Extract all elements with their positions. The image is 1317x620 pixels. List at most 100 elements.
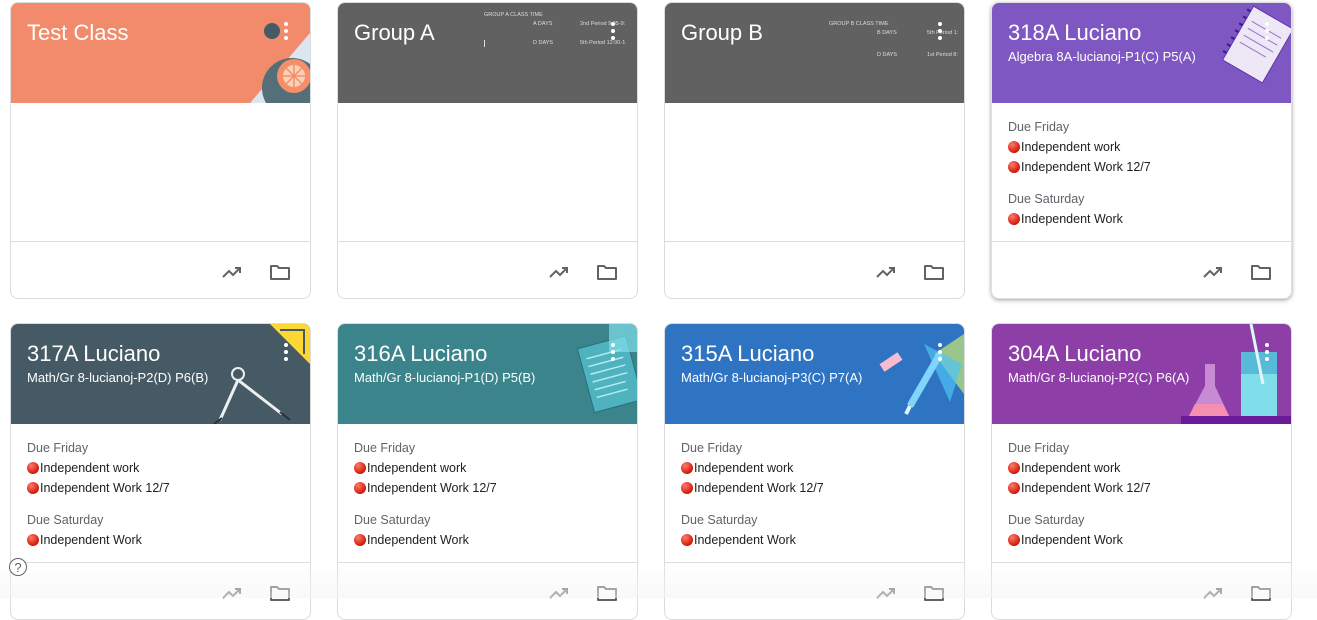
card-footer (338, 563, 637, 619)
class-title[interactable]: Group A (354, 20, 435, 46)
trending-up-icon[interactable] (220, 260, 244, 284)
assignment-title: Independent Work (40, 533, 142, 547)
class-title[interactable]: 316A Luciano (354, 341, 487, 367)
due-heading: Due Saturday (354, 513, 431, 527)
trending-up-icon[interactable] (874, 260, 898, 284)
class-card-317a[interactable]: 317A Luciano Math/Gr 8-lucianoj-P2(D) P6… (10, 323, 311, 620)
assignment-link[interactable]: Independent Work 12/7 (354, 478, 621, 498)
card-menu-icon[interactable] (930, 19, 950, 43)
card-header: 316A Luciano Math/Gr 8-lucianoj-P1(D) P5… (338, 324, 637, 424)
assignment-link[interactable]: Independent Work 12/7 (1008, 157, 1275, 177)
class-title[interactable]: Test Class (27, 20, 128, 46)
card-body: Due Friday Independent work Independent … (992, 424, 1291, 563)
class-title[interactable]: 318A Luciano (1008, 20, 1141, 46)
due-list: Due Friday Independent work Independent … (992, 103, 1291, 229)
assignment-title: Independent Work 12/7 (1021, 481, 1151, 495)
alert-dot-icon (27, 462, 39, 474)
assignment-link[interactable]: Independent Work (27, 530, 294, 550)
folder-icon[interactable] (922, 260, 946, 284)
beaker-illustration-icon (1181, 324, 1291, 424)
card-menu-icon[interactable] (603, 19, 623, 43)
card-header: Group B GROUP B CLASS TIME B DAYS 5th Pe… (665, 3, 964, 103)
card-menu-icon[interactable] (1257, 340, 1277, 364)
teapot-illustration-icon (250, 23, 310, 103)
card-footer (992, 242, 1291, 298)
card-footer (11, 563, 310, 619)
alert-dot-icon (1008, 161, 1020, 173)
card-menu-icon[interactable] (276, 19, 296, 43)
card-header: 304A Luciano Math/Gr 8-lucianoj-P2(C) P6… (992, 324, 1291, 424)
folder-icon[interactable] (922, 581, 946, 605)
due-list: Due Friday Independent work Independent … (338, 424, 637, 550)
folder-icon[interactable] (268, 260, 292, 284)
class-title[interactable]: 315A Luciano (681, 341, 814, 367)
card-body: Due Friday Independent work Independent … (992, 103, 1291, 242)
class-title[interactable]: 317A Luciano (27, 341, 160, 367)
folder-icon[interactable] (595, 581, 619, 605)
due-heading: Due Saturday (27, 513, 104, 527)
alert-dot-icon (27, 482, 39, 494)
trending-up-icon[interactable] (1201, 260, 1225, 284)
assignment-link[interactable]: Independent work (1008, 137, 1275, 157)
assignment-link[interactable]: Independent Work 12/7 (1008, 478, 1275, 498)
assignment-link[interactable]: Independent Work (1008, 530, 1275, 550)
folder-icon[interactable] (595, 260, 619, 284)
assignment-title: Independent work (694, 461, 794, 475)
class-card-318a[interactable]: 318A Luciano Algebra 8A-lucianoj-P1(C) P… (991, 2, 1292, 299)
class-title[interactable]: Group B (681, 20, 763, 46)
assignment-title: Independent work (1021, 461, 1121, 475)
assignment-link[interactable]: Independent work (681, 458, 948, 478)
assignment-title: Independent Work (1021, 212, 1123, 226)
class-card-group-a[interactable]: Group A GROUP A CLASS TIME A DAYS 2nd Pe… (337, 2, 638, 299)
assignment-title: Independent work (40, 461, 140, 475)
folder-icon[interactable] (1249, 260, 1273, 284)
card-menu-icon[interactable] (1257, 19, 1277, 43)
card-footer (992, 563, 1291, 619)
folder-icon[interactable] (1249, 581, 1273, 605)
assignment-title: Independent Work (1021, 533, 1123, 547)
assignment-title: Independent Work (694, 533, 796, 547)
card-header: Test Class (11, 3, 310, 103)
schedule-header: GROUP A CLASS TIME (484, 12, 543, 18)
due-heading: Due Friday (681, 441, 743, 455)
card-menu-icon[interactable] (930, 340, 950, 364)
class-title[interactable]: 304A Luciano (1008, 341, 1141, 367)
card-header: Group A GROUP A CLASS TIME A DAYS 2nd Pe… (338, 3, 637, 103)
assignment-link[interactable]: Independent Work (1008, 209, 1275, 229)
help-icon[interactable]: ? (9, 558, 27, 576)
class-section: Algebra 8A-lucianoj-P1(C) P5(A) (1008, 49, 1196, 64)
class-card-315a[interactable]: 315A Luciano Math/Gr 8-lucianoj-P3(C) P7… (664, 323, 965, 620)
cursor-mark (484, 40, 485, 47)
class-section: Math/Gr 8-lucianoj-P1(D) P5(B) (354, 370, 536, 385)
card-menu-icon[interactable] (603, 340, 623, 364)
folder-icon[interactable] (268, 581, 292, 605)
assignment-link[interactable]: Independent Work (354, 530, 621, 550)
notebook-illustration-icon (1221, 5, 1291, 84)
assignment-link[interactable]: Independent work (354, 458, 621, 478)
trending-up-icon[interactable] (220, 581, 244, 605)
card-header: 317A Luciano Math/Gr 8-lucianoj-P2(D) P6… (11, 324, 310, 424)
assignment-link[interactable]: Independent Work 12/7 (27, 478, 294, 498)
pencil-illustration-icon (879, 334, 964, 415)
assignment-title: Independent work (1021, 140, 1121, 154)
card-body (665, 103, 964, 242)
class-card-test-class[interactable]: Test Class (10, 2, 311, 299)
class-card-group-b[interactable]: Group B GROUP B CLASS TIME B DAYS 5th Pe… (664, 2, 965, 299)
trending-up-icon[interactable] (547, 581, 571, 605)
trending-up-icon[interactable] (1201, 581, 1225, 605)
assignment-link[interactable]: Independent work (27, 458, 294, 478)
trending-up-icon[interactable] (547, 260, 571, 284)
assignment-title: Independent Work (367, 533, 469, 547)
notes-illustration-icon (576, 324, 637, 414)
alert-dot-icon (681, 534, 693, 546)
card-menu-icon[interactable] (276, 340, 296, 364)
assignment-link[interactable]: Independent Work 12/7 (681, 478, 948, 498)
trending-up-icon[interactable] (874, 581, 898, 605)
assignment-link[interactable]: Independent Work (681, 530, 948, 550)
class-card-304a[interactable]: 304A Luciano Math/Gr 8-lucianoj-P2(C) P6… (991, 323, 1292, 620)
schedule-time: 1st Period 8: (927, 52, 958, 58)
alert-dot-icon (1008, 482, 1020, 494)
card-header: 318A Luciano Algebra 8A-lucianoj-P1(C) P… (992, 3, 1291, 103)
class-card-316a[interactable]: 316A Luciano Math/Gr 8-lucianoj-P1(D) P5… (337, 323, 638, 620)
assignment-link[interactable]: Independent work (1008, 458, 1275, 478)
